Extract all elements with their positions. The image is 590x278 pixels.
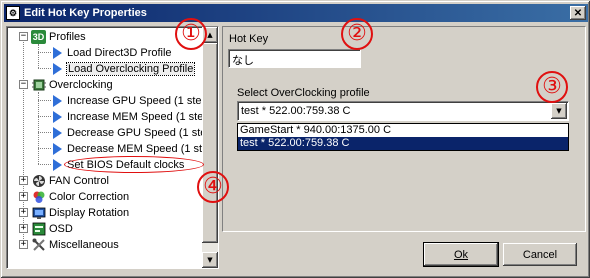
annotation-marker-2: ② — [341, 18, 373, 50]
properties-panel: Hot Key なし Select OverClocking profile t… — [222, 26, 586, 232]
tree-scrollbar[interactable]: ▲ ▼ — [202, 27, 218, 268]
ok-button-label: Ok — [453, 248, 469, 261]
tree-connector — [38, 116, 51, 117]
tree-item-label: Display Rotation — [49, 207, 130, 219]
tools-icon — [31, 238, 46, 252]
tree-connector — [38, 92, 39, 164]
tree-item-overclocking[interactable]: Overclocking — [31, 77, 113, 93]
annotation-marker-3: ③ — [536, 71, 568, 103]
play-arrow-icon — [53, 159, 62, 171]
scrollbar-thumb[interactable] — [202, 43, 218, 243]
ok-button[interactable]: Ok — [423, 242, 499, 267]
tree-item-label: Increase MEM Speed (1 step) — [67, 111, 203, 123]
tree-item-osd[interactable]: OSD — [31, 221, 73, 237]
tree-item-color-correction[interactable]: Color Correction — [31, 189, 129, 205]
monitor-rotate-icon — [31, 206, 46, 220]
tree-item-label: Load Overclocking Profile — [65, 62, 196, 76]
miscellaneous-expander[interactable]: + — [19, 240, 28, 249]
profiles-3d-icon: 3D — [31, 30, 46, 44]
play-arrow-icon — [53, 143, 62, 155]
annotation-ellipse — [64, 156, 204, 173]
overclocking-expander[interactable]: − — [19, 80, 28, 89]
osd-expander[interactable]: + — [19, 224, 28, 233]
play-arrow-icon — [53, 127, 62, 139]
tree-item-label: Increase GPU Speed (1 step) — [67, 95, 203, 107]
annotation-marker-1: ① — [175, 18, 207, 50]
tree-item-label: Overclocking — [49, 79, 113, 91]
tree-connector — [38, 52, 51, 53]
cancel-button[interactable]: Cancel — [503, 243, 577, 266]
profile-dropdown-list[interactable]: GameStart * 940.00:1375.00 C test * 522.… — [237, 123, 569, 151]
hotkey-input[interactable]: なし — [228, 49, 361, 68]
color-correction-expander[interactable]: + — [19, 192, 28, 201]
tree-item-miscellaneous[interactable]: Miscellaneous — [31, 237, 119, 253]
tree-content: − 3D Profiles Load Direct3D Profile Load… — [7, 27, 203, 267]
play-arrow-icon — [53, 63, 62, 75]
app-icon: ⚙ — [6, 6, 20, 20]
profiles-expander[interactable]: − — [19, 32, 28, 41]
dialog-window: ⚙ Edit Hot Key Properties ✕ − 3D Profile… — [0, 0, 590, 278]
tree-connector — [38, 68, 51, 69]
tree-connector — [38, 132, 51, 133]
tree-item-profiles[interactable]: 3D Profiles — [31, 29, 86, 45]
scroll-down-icon[interactable]: ▼ — [202, 252, 218, 268]
tree-item-label: FAN Control — [49, 175, 109, 187]
tree-item-load-direct3d-profile[interactable]: Load Direct3D Profile — [53, 45, 172, 61]
annotation-marker-4: ④ — [197, 171, 229, 203]
tree-item-label: Color Correction — [49, 191, 130, 203]
profile-select-label: Select OverClocking profile — [237, 87, 370, 99]
profile-option-selected[interactable]: test * 522.00:759.38 C — [238, 137, 568, 150]
tree-item-label: Decrease GPU Speed (1 step) — [67, 127, 203, 139]
tree-item-load-overclocking-profile[interactable]: Load Overclocking Profile — [53, 61, 196, 77]
tree-connector — [38, 148, 51, 149]
osd-icon — [31, 222, 46, 236]
profile-select-value: test * 522.00:759.38 C — [241, 105, 351, 117]
tree-item-increase-mem-speed[interactable]: Increase MEM Speed (1 step) — [53, 109, 203, 125]
tree-item-display-rotation[interactable]: Display Rotation — [31, 205, 129, 221]
tree-item-increase-gpu-speed[interactable]: Increase GPU Speed (1 step) — [53, 93, 203, 109]
profile-select[interactable]: test * 522.00:759.38 C ▼ — [237, 101, 569, 121]
chevron-down-icon[interactable]: ▼ — [551, 103, 567, 119]
tree-connector — [38, 100, 51, 101]
color-circles-icon — [31, 190, 46, 204]
tree-item-label: Miscellaneous — [49, 239, 119, 251]
tree-item-label: Decrease MEM Speed (1 step) — [67, 143, 203, 155]
tree-item-label: Load Direct3D Profile — [67, 47, 172, 59]
play-arrow-icon — [53, 111, 62, 123]
tree-item-fan-control[interactable]: FAN Control — [31, 173, 109, 189]
play-arrow-icon — [53, 47, 62, 59]
tree-item-label: Profiles — [49, 31, 86, 43]
fan-icon — [31, 174, 46, 188]
hotkey-tree[interactable]: − 3D Profiles Load Direct3D Profile Load… — [6, 26, 219, 269]
tree-connector — [38, 44, 39, 68]
overclocking-chip-icon — [31, 78, 46, 92]
window-title: Edit Hot Key Properties — [24, 7, 147, 19]
fan-control-expander[interactable]: + — [19, 176, 28, 185]
tree-item-decrease-mem-speed[interactable]: Decrease MEM Speed (1 step) — [53, 141, 203, 157]
tree-connector — [38, 164, 51, 165]
tree-item-label: OSD — [49, 223, 73, 235]
profile-option[interactable]: GameStart * 940.00:1375.00 C — [238, 124, 568, 137]
display-rotation-expander[interactable]: + — [19, 208, 28, 217]
title-bar[interactable]: ⚙ Edit Hot Key Properties ✕ — [4, 4, 588, 22]
tree-item-decrease-gpu-speed[interactable]: Decrease GPU Speed (1 step) — [53, 125, 203, 141]
play-arrow-icon — [53, 95, 62, 107]
hotkey-label: Hot Key — [229, 33, 269, 45]
close-icon[interactable]: ✕ — [570, 6, 586, 20]
